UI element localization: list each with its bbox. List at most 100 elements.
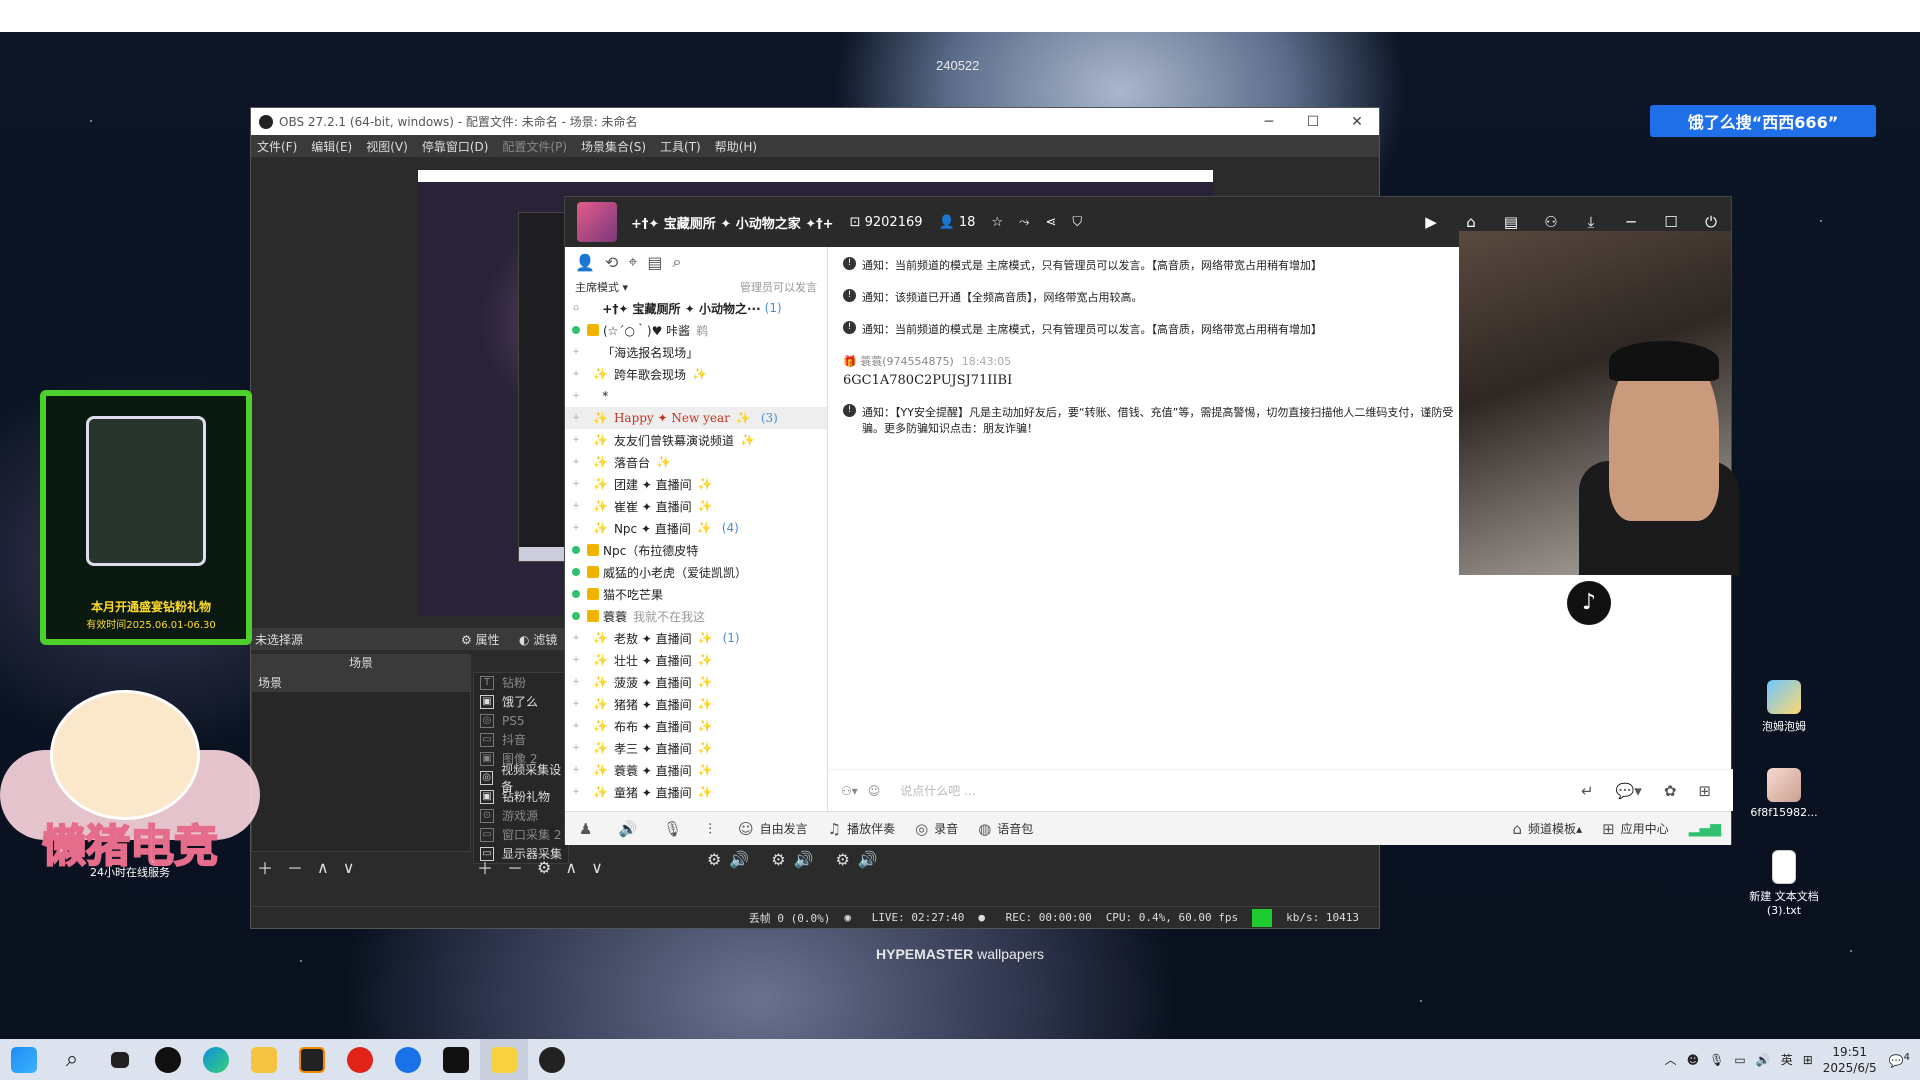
channel-user-row[interactable]: 蓑蓑 我就不在我这 xyxy=(565,605,827,627)
taskbar-kugou[interactable] xyxy=(384,1039,432,1080)
source-item[interactable]: ◎ 视频采集设备 xyxy=(474,763,568,794)
chat-input[interactable]: 说点什么吧 ... xyxy=(900,782,975,799)
channel-row[interactable]: + ✨ 跨年歌会现场 ✨ xyxy=(565,363,827,385)
source-item[interactable]: ⊙ 游戏源 xyxy=(474,806,568,825)
notification-icon[interactable]: 💬4 xyxy=(1889,1052,1910,1068)
maximize-icon[interactable]: ☐ xyxy=(1651,213,1691,231)
avatar-button[interactable]: ♟ xyxy=(579,820,598,838)
source-item[interactable]: T 钻粉 xyxy=(474,673,568,692)
notes-icon[interactable]: ▤ xyxy=(647,253,662,272)
expand-icon[interactable]: + xyxy=(565,413,587,423)
audio-settings-icon[interactable]: ⚙ xyxy=(771,850,785,869)
tray-expand-icon[interactable]: ︿ xyxy=(1665,1051,1677,1068)
expand-icon[interactable]: + xyxy=(565,435,587,445)
audio-settings-icon[interactable]: ⚙ xyxy=(707,850,721,869)
taskbar-qq[interactable] xyxy=(144,1039,192,1080)
move-up-icon[interactable]: ∧ xyxy=(317,858,329,877)
channel-avatar[interactable] xyxy=(577,202,617,242)
taskbar-yy[interactable] xyxy=(480,1039,528,1080)
desktop-icon-text-file[interactable]: 新建 文本文档 (3).txt xyxy=(1744,850,1824,917)
channel-user-row[interactable]: Npc（布拉德皮特 xyxy=(565,539,827,561)
gamepad-icon[interactable]: ⚇ xyxy=(1531,213,1571,231)
expand-icon[interactable]: + xyxy=(565,523,587,533)
expand-icon[interactable]: + xyxy=(565,457,587,467)
channel-row[interactable]: + 「海选报名现场」 xyxy=(565,341,827,363)
expand-icon[interactable]: + xyxy=(565,347,587,357)
expand-icon[interactable]: + xyxy=(565,721,587,731)
clock[interactable]: 19:51 2025/6/5 xyxy=(1823,1044,1877,1076)
channel-row[interactable]: + * xyxy=(565,385,827,407)
channel-row[interactable]: + ✨ 童猪 ✦ 直播间 ✨ xyxy=(565,781,827,803)
channel-row[interactable]: + ✨ 老敖 ✦ 直播间 ✨ (1) xyxy=(565,627,827,649)
start-button[interactable] xyxy=(0,1039,48,1080)
expand-icon[interactable]: + xyxy=(565,655,587,665)
expand-icon[interactable]: + xyxy=(565,743,587,753)
emoji-search-icon[interactable]: ☺ xyxy=(868,784,881,798)
expand-icon[interactable]: + xyxy=(565,765,587,775)
menu-scene-collection[interactable]: 场景集合(S) xyxy=(581,138,646,155)
voice-pack-button[interactable]: ◍ 语音包 xyxy=(978,820,1033,838)
shrink-icon[interactable]: ⤓ xyxy=(1571,213,1611,231)
equalizer-button[interactable]: ⫶ xyxy=(708,820,718,838)
home-icon[interactable]: ⌂ xyxy=(1451,213,1491,231)
volume-icon[interactable]: 🔊 xyxy=(729,850,749,869)
expand-icon[interactable]: + xyxy=(565,633,587,643)
minimize-icon[interactable]: ─ xyxy=(1247,114,1291,130)
app-center-button[interactable]: ⊞ 应用中心 xyxy=(1602,820,1669,838)
chat-username[interactable]: 蓑蓑(974554875) xyxy=(860,355,954,368)
mode-dropdown[interactable]: 主席模式 ▾ xyxy=(575,279,628,295)
source-item[interactable]: ▭ 抖音 xyxy=(474,730,568,749)
menu-file[interactable]: 文件(F) xyxy=(257,138,297,155)
free-speak-button[interactable]: ☺ 自由发言 xyxy=(738,820,808,838)
minimize-icon[interactable]: ─ xyxy=(1611,213,1651,231)
menu-view[interactable]: 视图(V) xyxy=(366,138,408,155)
menu-edit[interactable]: 编辑(E) xyxy=(311,138,352,155)
channel-row[interactable]: + ✨ Happy ✦ New year ✨ (3) xyxy=(565,407,827,429)
send-icon[interactable]: ↵ xyxy=(1581,782,1594,800)
favorite-icon[interactable]: ☆ xyxy=(991,215,1003,230)
expand-icon[interactable]: + xyxy=(565,699,587,709)
channel-row[interactable]: + ✨ 菠菠 ✦ 直播间 ✨ xyxy=(565,671,827,693)
menu-docks[interactable]: 停靠窗口(D) xyxy=(422,138,489,155)
channel-extra-icon[interactable]: ⤳ xyxy=(1019,215,1029,230)
expand-icon[interactable]: + xyxy=(565,369,587,379)
move-down-icon[interactable]: ∨ xyxy=(343,858,355,877)
menu-tools[interactable]: 工具(T) xyxy=(660,138,701,155)
refresh-icon[interactable]: ⟲ xyxy=(605,253,618,272)
channel-row[interactable]: + ✨ 崔崔 ✦ 直播间 ✨ xyxy=(565,495,827,517)
taskbar-obs[interactable] xyxy=(528,1039,576,1080)
expand-icon[interactable]: + xyxy=(565,677,587,687)
channel-user-row[interactable]: 威猛的小老虎（爱徒凯凯） xyxy=(565,561,827,583)
input-language[interactable]: 英 xyxy=(1781,1051,1793,1068)
volume-icon[interactable]: 🔊 xyxy=(858,850,878,869)
taskbar-edge[interactable] xyxy=(192,1039,240,1080)
close-icon[interactable]: ✕ xyxy=(1335,114,1379,130)
properties-button[interactable]: ⚙ 属性 xyxy=(461,631,500,648)
mic-button[interactable]: 🎙 xyxy=(663,820,688,838)
record-button[interactable]: ◎ 录音 xyxy=(915,820,958,838)
tray-network-icon[interactable]: ▭ xyxy=(1734,1053,1745,1067)
desktop-icon-image-file[interactable]: 6f8f15982... xyxy=(1744,768,1824,819)
gift-icon[interactable]: ⊞ xyxy=(1698,782,1711,800)
channel-user-row[interactable]: 猫不吃芒果 xyxy=(565,583,827,605)
taskbar-app-g[interactable] xyxy=(288,1039,336,1080)
taskbar-netease[interactable] xyxy=(336,1039,384,1080)
power-icon[interactable]: ⏻ xyxy=(1691,213,1731,231)
template-button[interactable]: ⌂ 频道模板 ▴ xyxy=(1513,820,1583,838)
expand-icon[interactable]: + xyxy=(565,787,587,797)
share-icon[interactable]: ⋖ xyxy=(1045,215,1056,230)
yy-voice-window[interactable]: +†✦ 宝藏厕所 ✦ 小动物之家 ✦†+ ⊡ 9202169 👤 18 ☆ ⤳ … xyxy=(564,196,1739,845)
channel-row[interactable]: + ✨ 孝三 ✦ 直播间 ✨ xyxy=(565,737,827,759)
maximize-icon[interactable]: ☐ xyxy=(1291,114,1335,130)
source-item[interactable]: ▣ 饿了么 xyxy=(474,692,568,711)
tray-mic-icon[interactable]: 🎙 xyxy=(1709,1053,1724,1067)
source-settings-icon[interactable]: ⚙ xyxy=(537,858,551,877)
scene-item[interactable]: 场景 xyxy=(252,673,470,692)
expand-icon[interactable]: ⌂ xyxy=(565,303,587,313)
channel-row[interactable]: + ✨ 布布 ✦ 直播间 ✨ xyxy=(565,715,827,737)
volume-icon[interactable]: 🔊 xyxy=(794,850,814,869)
task-view-button[interactable] xyxy=(96,1039,144,1080)
source-down-icon[interactable]: ∨ xyxy=(591,858,603,877)
menu-help[interactable]: 帮助(H) xyxy=(715,138,757,155)
search-icon[interactable]: ⌕ xyxy=(672,252,681,272)
